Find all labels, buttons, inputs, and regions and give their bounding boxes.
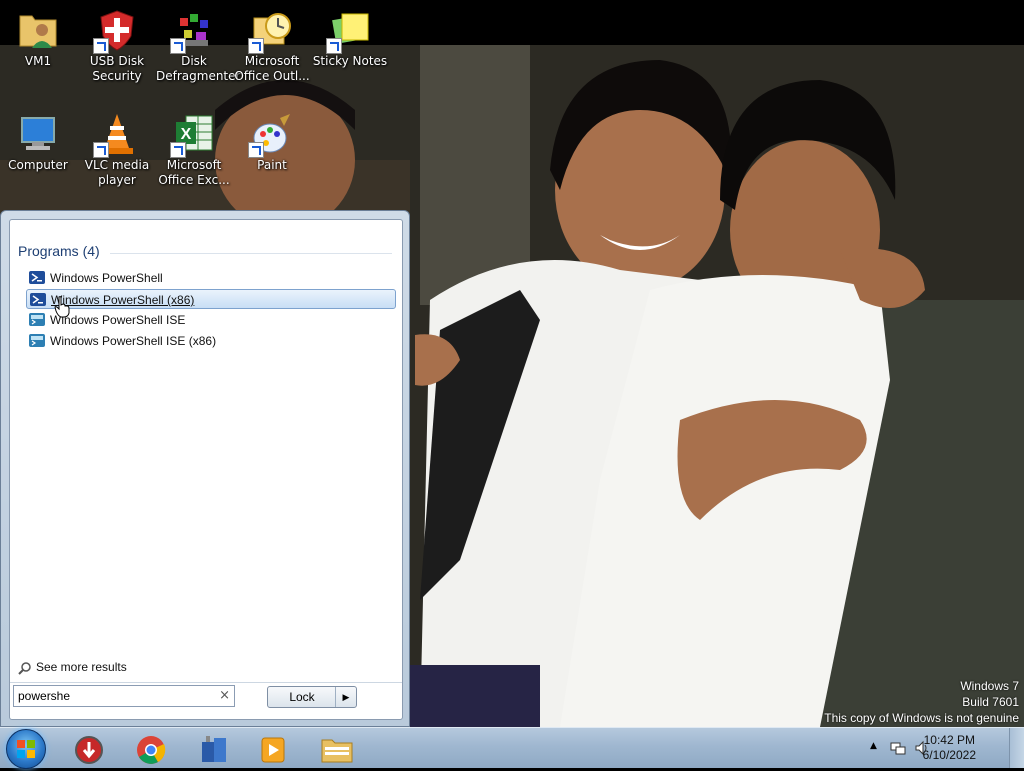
media-player-icon [261, 737, 285, 763]
desktop-icon-usb-disk-security[interactable]: USB Disk Security [79, 2, 155, 84]
network-app-icon [202, 736, 226, 762]
program-item-windows-powershell-x86[interactable]: Windows PowerShell (x86) [26, 289, 396, 309]
clock-date: 6/10/2022 [922, 748, 976, 762]
desktop-icon-sticky-notes[interactable]: Sticky Notes [312, 2, 388, 69]
program-item-windows-powershell[interactable]: Windows PowerShell [26, 268, 396, 288]
desktop-icon-vm1[interactable]: VM1 [0, 2, 76, 69]
watermark-build: Build 7601 [962, 695, 1019, 709]
start-menu-results-pane: Programs (4) Windows PowerShell Windows … [9, 219, 403, 720]
desktop-icon-paint[interactable]: Paint [234, 106, 310, 173]
program-item-windows-powershell-ise-x86[interactable]: Windows PowerShell ISE (x86) [26, 331, 396, 351]
desktop-icon-vlc-media-player[interactable]: VLC media player [79, 106, 155, 188]
taskbar-chrome[interactable] [126, 730, 176, 768]
shortcut-arrow-icon [248, 142, 264, 158]
taskbar-network-app[interactable] [188, 730, 238, 768]
program-item-label: Windows PowerShell [50, 271, 163, 285]
shortcut-arrow-icon [170, 142, 186, 158]
desktop-icon-microsoft-office-excel[interactable]: X Microsoft Office Exc... [156, 106, 232, 188]
svg-text:X: X [181, 126, 192, 143]
taskbar-windows-explorer[interactable] [312, 730, 362, 768]
defragmenter-icon [170, 8, 216, 54]
desktop-icon-label: USB Disk [89, 54, 145, 68]
hand-cursor-icon [54, 296, 70, 318]
watermark-genuine: This copy of Windows is not genuine [824, 711, 1019, 725]
desktop-icon-label: VLC media [84, 158, 150, 172]
taskbar-clock[interactable]: 10:42 PM 6/10/2022 [923, 733, 976, 763]
show-hidden-icons-arrow[interactable]: ▲ [870, 741, 877, 751]
taskbar-media-player[interactable] [248, 730, 298, 768]
folder-user-icon [16, 8, 60, 52]
security-app-icon [75, 736, 103, 764]
program-item-label: Windows PowerShell ISE [50, 313, 186, 327]
shortcut-arrow-icon [170, 38, 186, 54]
lock-button-label: Lock [289, 690, 315, 704]
programs-divider [110, 253, 392, 254]
see-more-results-link[interactable]: See more results [18, 660, 127, 675]
clear-search-icon[interactable]: × [219, 688, 230, 703]
shortcut-arrow-icon [248, 38, 264, 54]
watermark-os: Windows 7 [960, 679, 1019, 693]
desktop-icon-computer[interactable]: Computer [0, 106, 76, 173]
start-orb-icon[interactable] [6, 729, 46, 769]
powershell-icon [30, 293, 46, 306]
shortcut-arrow-icon [93, 142, 109, 158]
magnifier-icon [18, 662, 31, 675]
desktop-icon-label: Microsoft [166, 158, 222, 172]
computer-icon [16, 112, 60, 156]
see-more-label: See more results [36, 660, 127, 674]
desktop-icon-label: Sticky Notes [312, 54, 388, 68]
programs-header: Programs (4) [18, 243, 100, 259]
desktop-icon-label: Disk [181, 54, 207, 68]
desktop-icon-label: Computer [8, 158, 68, 172]
desktop-icon-label: VM1 [24, 54, 52, 68]
desktop-icon-microsoft-office-outlook[interactable]: Microsoft Office Outl... [234, 2, 310, 84]
shortcut-arrow-icon [326, 38, 342, 54]
desktop-icon-label: Microsoft [244, 54, 300, 68]
desktop-icon-label: Defragmenter [156, 69, 241, 83]
start-menu: Programs (4) Windows PowerShell Windows … [0, 210, 410, 727]
taskbar: ▲ 10:42 PM 6/10/2022 [0, 727, 1024, 769]
shortcut-arrow-icon [93, 38, 109, 54]
lock-button[interactable]: Lock ▶ [267, 686, 357, 708]
excel-icon: X [170, 112, 216, 158]
search-divider [10, 682, 402, 683]
windows-watermark: Windows 7 Build 7601 This copy of Window… [824, 678, 1019, 726]
taskbar-security-app[interactable] [64, 730, 114, 768]
shield-icon [93, 8, 139, 54]
sticky-notes-icon [326, 8, 372, 54]
desktop-icon-label: Office Outl... [234, 69, 310, 83]
vlc-cone-icon [93, 112, 139, 158]
program-item-label: Windows PowerShell (x86) [51, 293, 195, 307]
start-search-input[interactable] [18, 687, 208, 705]
desktop-icon-label: Paint [257, 158, 287, 172]
outlook-icon [248, 8, 294, 54]
network-icon[interactable] [890, 740, 906, 756]
chrome-icon [137, 736, 166, 764]
desktop-icon-label: Office Exc... [158, 173, 230, 187]
paint-palette-icon [248, 112, 294, 158]
program-item-windows-powershell-ise[interactable]: Windows PowerShell ISE [26, 310, 396, 330]
powershell-ise-icon [29, 334, 45, 347]
show-desktop-button[interactable] [1009, 728, 1024, 768]
desktop-icon-label: Security [92, 69, 142, 83]
clock-time: 10:42 PM [923, 733, 975, 747]
powershell-ise-icon [29, 313, 45, 326]
start-search-box[interactable]: × [13, 685, 235, 707]
desktop-icon-disk-defragmenter[interactable]: Disk Defragmenter [156, 2, 240, 84]
power-options-arrow-icon[interactable]: ▶ [335, 687, 356, 707]
program-item-label: Windows PowerShell ISE (x86) [50, 334, 217, 348]
desktop-icon-label: player [98, 173, 136, 187]
windows-explorer-icon [321, 739, 353, 763]
powershell-icon [29, 271, 45, 284]
